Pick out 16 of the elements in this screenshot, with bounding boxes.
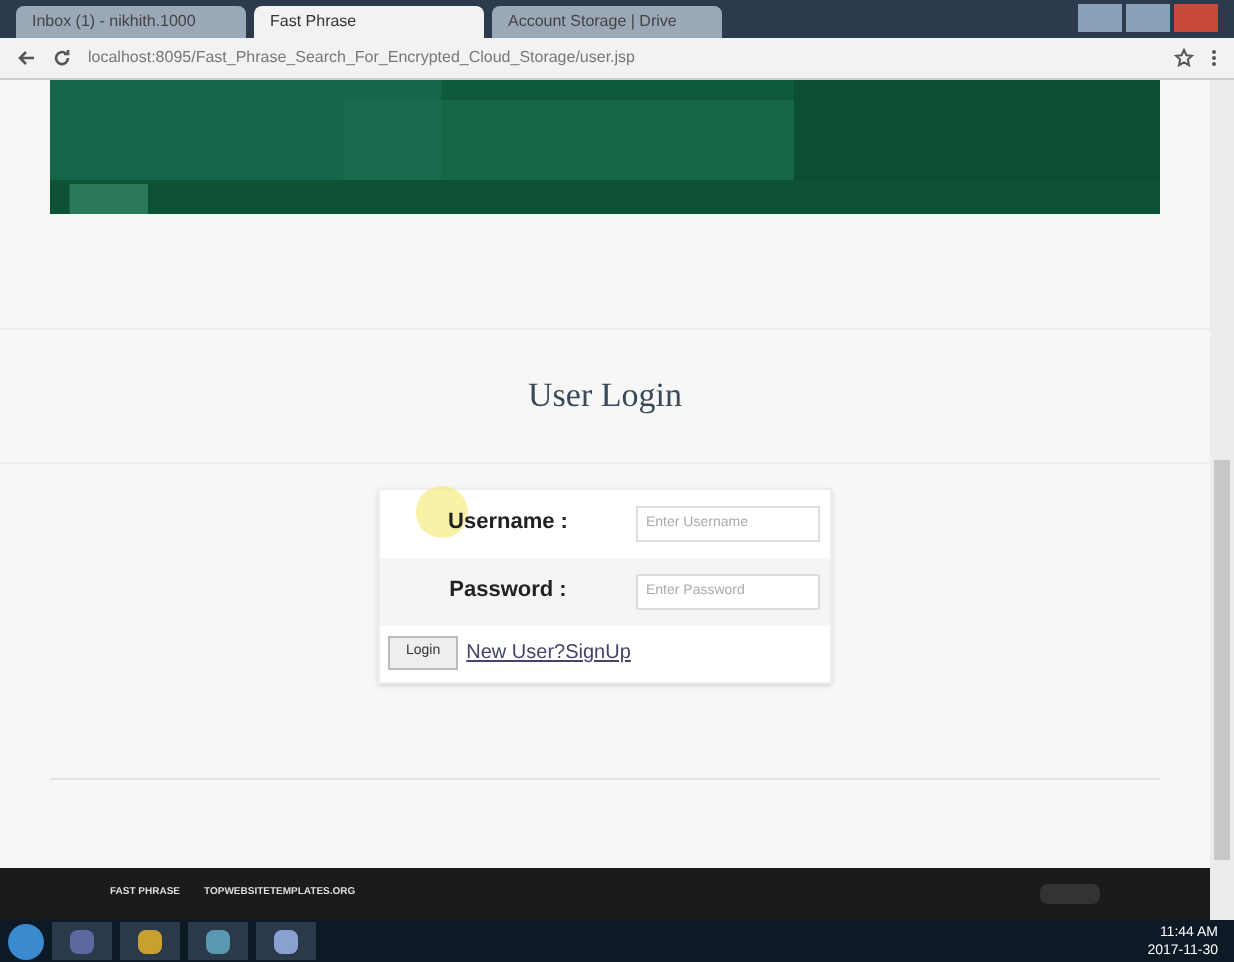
page-heading: User Login — [528, 374, 682, 418]
browser-tab[interactable]: Account Storage | Drive — [492, 6, 722, 38]
field-label: Password : — [449, 576, 567, 607]
browser-tab[interactable]: Inbox (1) - nikhith.1000 — [16, 6, 246, 38]
field-label: Username : — [448, 508, 568, 539]
start-icon[interactable] — [8, 923, 44, 959]
browser-tab[interactable]: Fast Phrase — [254, 6, 484, 38]
window-controls-icon[interactable] — [1078, 4, 1218, 32]
taskbar-app-icon[interactable] — [256, 922, 316, 960]
taskbar-app-icon[interactable] — [120, 922, 180, 960]
reload-icon[interactable] — [52, 48, 72, 68]
taskbar-app-icon[interactable] — [188, 922, 248, 960]
star-icon[interactable] — [1174, 48, 1194, 68]
signup-link[interactable]: New User?SignUp — [466, 638, 631, 668]
menu-icon[interactable] — [1210, 48, 1218, 68]
back-icon[interactable] — [16, 48, 36, 68]
